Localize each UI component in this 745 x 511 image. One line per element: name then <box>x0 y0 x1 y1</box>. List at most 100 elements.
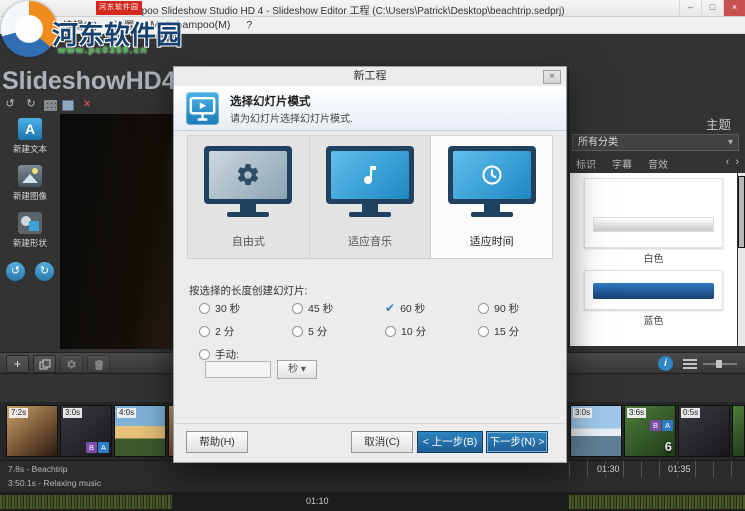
themes-panel-title: 主题 <box>705 118 731 132</box>
track-list-icon[interactable] <box>683 359 697 369</box>
menu-help[interactable]: ? <box>238 19 260 31</box>
dialog-separator <box>174 423 566 424</box>
grid-icon[interactable] <box>44 100 57 111</box>
new-shape-button[interactable]: 新建形状 <box>0 208 60 255</box>
length-section-label: 按选择的长度创建幻灯片: <box>189 285 308 297</box>
radio-label: 2 分 <box>215 326 235 338</box>
check-icon: ✔ <box>385 301 396 315</box>
transition-badge[interactable]: A <box>662 420 673 431</box>
radio-label: 5 分 <box>308 326 328 338</box>
add-object-button[interactable]: + <box>6 355 29 373</box>
timeline-tracks: 7.8s - Beachtrip 3:50.1s - Relaxing musi… <box>0 460 745 492</box>
audio-waveform <box>569 495 745 509</box>
menu-settings[interactable]: 设置 <box>105 18 142 33</box>
dialog-close-icon[interactable]: × <box>543 70 561 84</box>
info-button[interactable]: i <box>658 356 673 371</box>
manual-duration-input[interactable] <box>205 361 271 378</box>
slide-thumbnail[interactable]: 3:0s B A <box>60 405 112 457</box>
slide-thumbnail[interactable]: 3:0s <box>570 405 622 457</box>
undo-icon[interactable]: ↺ <box>2 97 18 112</box>
cancel-button[interactable]: 取消(C) <box>351 431 413 453</box>
radio-45s[interactable]: 45 秒 <box>292 301 333 316</box>
audio-waveform-row: 01:10 <box>0 492 745 511</box>
radio-10min[interactable]: 10 分 <box>385 324 426 339</box>
app-logo-text: SlideshowHD4 <box>2 67 176 95</box>
dialog-titlebar: 新工程 × <box>174 67 566 86</box>
radio-icon <box>199 349 210 360</box>
themes-tab-scroller: ‹ › <box>726 156 739 168</box>
slide-thumbnail[interactable]: 4:0s <box>114 405 166 457</box>
radio-label: 45 秒 <box>308 303 334 315</box>
help-button[interactable]: 帮助(H) <box>186 431 248 453</box>
rotate-left-icon[interactable]: ↺ <box>6 262 25 281</box>
slide-thumbnail[interactable] <box>732 405 745 457</box>
slide-thumbnail[interactable]: 7:2s <box>6 405 58 457</box>
delete-icon[interactable]: × <box>79 97 95 112</box>
slide-thumbnail[interactable]: 0:5s <box>678 405 730 457</box>
tab-logos[interactable]: 标识 <box>576 156 596 171</box>
maximize-button[interactable]: □ <box>701 0 723 16</box>
monitor-gear-icon <box>204 146 293 204</box>
settings-button[interactable] <box>60 355 83 373</box>
app-window: Ashampoo Slideshow Studio HD 4 - Slidesh… <box>0 0 745 511</box>
timeline-zoom-slider[interactable] <box>703 360 737 368</box>
radio-90s[interactable]: 90 秒 <box>478 301 519 316</box>
rotate-buttons: ↺ ↻ <box>6 262 54 281</box>
radio-60s-selected[interactable]: ✔ 60 秒 <box>385 301 425 316</box>
menu-edit[interactable]: 编辑(E) <box>54 18 105 33</box>
dialog-header-title: 选择幻灯片模式 <box>230 96 311 108</box>
slide-duration-chip: 0:5s <box>681 408 701 418</box>
themes-scrollbar[interactable] <box>738 173 745 346</box>
trash-button[interactable] <box>87 355 110 373</box>
close-button[interactable]: × <box>723 0 745 16</box>
new-text-button[interactable]: A 新建文本 <box>0 114 60 161</box>
image-tool-icon <box>18 165 42 187</box>
tab-prev-icon[interactable]: ‹ <box>726 156 730 168</box>
duplicate-button[interactable] <box>33 355 56 373</box>
next-button[interactable]: 下一步(N) > <box>486 431 548 453</box>
minimize-button[interactable]: – <box>679 0 701 16</box>
radio-icon <box>292 303 303 314</box>
menu-file[interactable]: 文件(F) <box>4 18 54 33</box>
radio-label: 15 分 <box>494 326 520 338</box>
radio-5min[interactable]: 5 分 <box>292 324 327 339</box>
tab-next-icon[interactable]: › <box>735 156 739 168</box>
mode-fit-time[interactable]: 适应时间 <box>431 135 554 259</box>
tab-captions[interactable]: 字幕 <box>612 156 632 171</box>
mode-fit-music[interactable]: 适应音乐 <box>309 135 432 259</box>
dialog-title: 新工程 <box>353 70 387 82</box>
slide-duration-chip: 3:0s <box>63 408 83 418</box>
category-dropdown[interactable]: 所有分类 ▾ <box>572 134 739 151</box>
text-tool-icon: A <box>18 118 42 140</box>
menu-myashampoo[interactable]: MyAshampoo(M) <box>142 19 238 31</box>
radio-icon <box>478 303 489 314</box>
radio-label: 10 分 <box>401 326 427 338</box>
transition-badge[interactable]: B <box>86 442 97 453</box>
redo-icon[interactable]: ↻ <box>23 97 39 112</box>
slideshow-mode-icon <box>186 92 219 125</box>
list-item[interactable]: 白色 <box>570 178 737 265</box>
slide-thumbnail[interactable]: 3:6s 6 B A <box>624 405 676 457</box>
radio-label: 90 秒 <box>494 303 520 315</box>
mode-free[interactable]: 自由式 <box>187 135 310 259</box>
radio-manual[interactable]: 手动: <box>199 347 239 362</box>
save-icon[interactable] <box>62 100 74 111</box>
shape-tool-icon <box>18 212 42 234</box>
new-image-label: 新建图像 <box>12 191 47 201</box>
radio-30s[interactable]: 30 秒 <box>199 301 240 316</box>
monitor-clock-icon <box>447 146 536 204</box>
radio-2min[interactable]: 2 分 <box>199 324 234 339</box>
transition-badge[interactable]: B <box>650 420 661 431</box>
new-image-button[interactable]: 新建图像 <box>0 161 60 208</box>
mode-fit-time-label: 适应时间 <box>469 236 514 248</box>
menubar: 文件(F) 编辑(E) 设置 MyAshampoo(M) ? <box>0 17 745 34</box>
radio-15min[interactable]: 15 分 <box>478 324 519 339</box>
list-item[interactable]: 蓝色 <box>570 270 737 327</box>
transition-badge[interactable]: A <box>98 442 109 453</box>
rotate-right-icon[interactable]: ↻ <box>35 262 54 281</box>
unit-dropdown[interactable]: 秒 ▾ <box>277 360 317 379</box>
panel-divider <box>568 68 569 352</box>
tab-sounds[interactable]: 音效 <box>648 156 668 171</box>
back-button[interactable]: < 上一步(B) <box>417 431 483 453</box>
radio-icon <box>385 326 396 337</box>
